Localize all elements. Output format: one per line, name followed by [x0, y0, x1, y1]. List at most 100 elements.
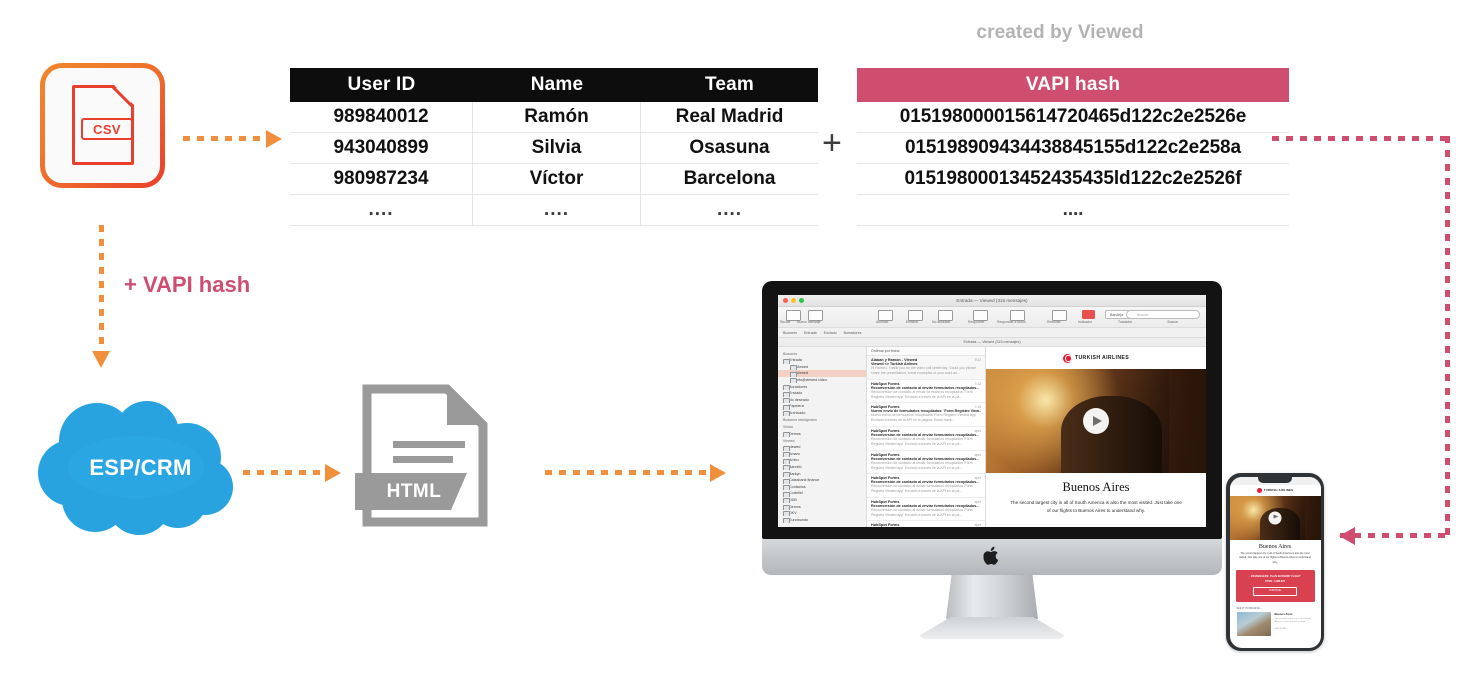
- list-item[interactable]: ayer HubSpot Forms Reconversión de conta…: [867, 521, 985, 527]
- favorite-sent[interactable]: Enviado: [824, 331, 837, 335]
- sidebar-item-dkv[interactable]: DKV: [778, 510, 866, 517]
- vapi-hash-table: VAPI hash 015198000015614720465d122c2e25…: [857, 68, 1289, 226]
- csv-page-fold: [114, 85, 134, 105]
- message-date: ayer: [974, 428, 981, 433]
- arrow-hash-to-right: [1272, 136, 1450, 144]
- sidebar-item-archive[interactable]: Archivado: [778, 410, 866, 417]
- favorite-drafts[interactable]: Borradores: [844, 331, 862, 335]
- list-item[interactable]: ayer HubSpot Forms Reconversión de conta…: [867, 474, 985, 498]
- sidebar-item-junk[interactable]: No deseado: [778, 397, 866, 404]
- sidebar-item-barcelo[interactable]: Barceló: [778, 464, 866, 471]
- sidebar-item-barkyn[interactable]: Barkyn: [778, 470, 866, 477]
- favorite-inbox[interactable]: Entrada: [804, 331, 817, 335]
- cell-hash: 015198909434438845155d122c2e258a: [857, 133, 1289, 164]
- column-header-user-id: User ID: [290, 68, 473, 102]
- message-preview: Nuevo envío de formularios recopilados '…: [871, 413, 977, 423]
- toolbar-label-reply: Responder: [968, 320, 985, 324]
- arrow-dots: [1445, 136, 1450, 536]
- sidebar-item-contactos[interactable]: Contactos: [778, 484, 866, 491]
- phone-hero-video[interactable]: [1229, 495, 1321, 540]
- cta-line-2: TOTAL: 1,880.97€: [1265, 580, 1285, 584]
- card-text: The second largest city in all of South …: [1274, 617, 1311, 624]
- hero-silhouette: [1060, 396, 1162, 473]
- email-brand-header: TURKISH AIRLINES: [986, 347, 1206, 369]
- mail-titlebar: Entrada — Viewed (315 mensajes): [778, 295, 1206, 307]
- sidebar-item-drafts[interactable]: Borradores: [778, 383, 866, 390]
- email-body-text: The second largest city in all of South …: [1010, 500, 1182, 513]
- sidebar-item-ambu[interactable]: Ambu: [778, 457, 866, 464]
- sidebar-item-trash[interactable]: Papelera: [778, 403, 866, 410]
- sidebar-item-viewed-1[interactable]: Viewed: [778, 364, 866, 371]
- sidebar-item-euromundo[interactable]: Euromundo: [778, 516, 866, 524]
- list-item[interactable]: 7:43 HubSpot Forms Nuevo envío de formul…: [867, 403, 985, 427]
- mail-sidebar: Buzones Entrada Viewed Viewed info@viewe…: [778, 347, 867, 527]
- csv-icon-inner: CSV: [45, 68, 160, 183]
- list-item[interactable]: ayer HubSpot Forms Reconversión de conta…: [867, 498, 985, 522]
- sidebar-item-cortefiel[interactable]: Cortefiel: [778, 490, 866, 497]
- message-date: 9:22: [974, 358, 981, 362]
- cell-team: Real Madrid: [641, 102, 818, 133]
- column-header-team: Team: [641, 68, 818, 102]
- hero-curtain: [1168, 369, 1206, 473]
- sidebar-item-info[interactable]: info@viewed.video: [778, 377, 866, 384]
- cta-button[interactable]: CONTINUE: [1253, 587, 1297, 597]
- message-preview: Hi Ramón, Thank you for the video call y…: [871, 366, 977, 376]
- phone-email-header: TURKISH AIRLINES: [1229, 484, 1321, 496]
- phone-content-card[interactable]: Buenos Aires The second largest city in …: [1230, 612, 1321, 637]
- play-button-icon[interactable]: [1083, 408, 1109, 434]
- flag-icon[interactable]: [1082, 310, 1095, 319]
- sidebar-item-amaro[interactable]: Amaro: [778, 451, 866, 458]
- sidebar-item-ddb[interactable]: DDB: [778, 497, 866, 504]
- table-row: 015198909434438845155d122c2e258a: [857, 133, 1289, 164]
- sort-control[interactable]: Ordenar por fecha: [867, 347, 985, 356]
- mail-reading-pane: TURKISH AIRLINES Buenos Aires The second…: [986, 347, 1206, 527]
- sidebar-section-smart: Buzones inteligentes: [783, 418, 817, 423]
- sidebar-item-caixabank[interactable]: Caixabank finance: [778, 477, 866, 484]
- message-subject: Reconversión de contacto al enviar formu…: [871, 456, 980, 461]
- cell-ellipsis: ....: [473, 195, 641, 226]
- phone-notch: [1258, 476, 1292, 483]
- sidebar-item-demos[interactable]: Demos: [778, 430, 866, 437]
- arrow-cloud-to-html: [243, 464, 341, 482]
- toolbar-label-move: Trasladar: [1118, 320, 1133, 324]
- toolbar-label-flag: Indicador: [1078, 320, 1092, 324]
- favorite-mailboxes[interactable]: Buzones: [783, 331, 797, 335]
- list-item[interactable]: ayer HubSpot Forms Reconversión de conta…: [867, 427, 985, 451]
- credit-label: created by Viewed: [976, 22, 1144, 43]
- sidebar-section-vision: Vision: [783, 425, 794, 430]
- list-item[interactable]: 7:43 HubSpot Forms Reconversión de conta…: [867, 380, 985, 404]
- card-link[interactable]: SEE MORE »: [1275, 628, 1314, 630]
- search-input[interactable]: Buscar: [1126, 310, 1200, 319]
- sidebar-item-sent[interactable]: Enviado: [778, 390, 866, 397]
- arrow-dots: [1272, 136, 1450, 141]
- cell-user-id: 989840012: [290, 102, 473, 133]
- table-row-ellipsis: ....: [857, 195, 1289, 226]
- email-hero-video[interactable]: [986, 369, 1206, 473]
- cell-ellipsis: ....: [641, 195, 818, 226]
- table-row: 980987234 Víctor Barcelona: [290, 164, 818, 195]
- list-item[interactable]: ayer HubSpot Forms Reconversión de conta…: [867, 451, 985, 475]
- csv-document-shape: CSV: [72, 85, 134, 165]
- cell-hash: 015198000015614720465d122c2e2526e: [857, 102, 1289, 133]
- sidebar-item-demos2[interactable]: Demos: [778, 503, 866, 510]
- message-date: 7:43: [974, 405, 981, 410]
- message-date: ayer: [974, 499, 981, 504]
- mail-toolbar: Recibir Nuevo mensaje Archivar Eliminar …: [778, 307, 1206, 328]
- message-date: ayer: [974, 476, 981, 481]
- arrow-dots: [99, 225, 104, 353]
- cell-user-id: 980987234: [290, 164, 473, 195]
- toolbar-label-search: Buscar: [1167, 320, 1178, 324]
- message-preview: Reconversión de contacto al enviar formu…: [871, 389, 973, 399]
- cell-name: Víctor: [473, 164, 641, 195]
- cell-name: Silvia: [473, 133, 641, 164]
- list-item[interactable]: 9:22 Alaban y Ramón - Viewed Viewed <> T…: [867, 356, 985, 380]
- play-button-icon[interactable]: [1268, 511, 1282, 524]
- arrow-head: [1339, 527, 1355, 545]
- html-file-icon: HTML: [355, 383, 515, 528]
- card-thumbnail: [1236, 612, 1271, 637]
- table-row: 943040899 Silvia Osasuna: [290, 133, 818, 164]
- sidebar-item-viewed[interactable]: viewed: [778, 444, 866, 451]
- sidebar-item-inbox[interactable]: Entrada: [778, 357, 866, 364]
- sidebar-item-viewed-2[interactable]: Viewed: [778, 370, 866, 377]
- csv-file-icon: CSV: [40, 63, 165, 188]
